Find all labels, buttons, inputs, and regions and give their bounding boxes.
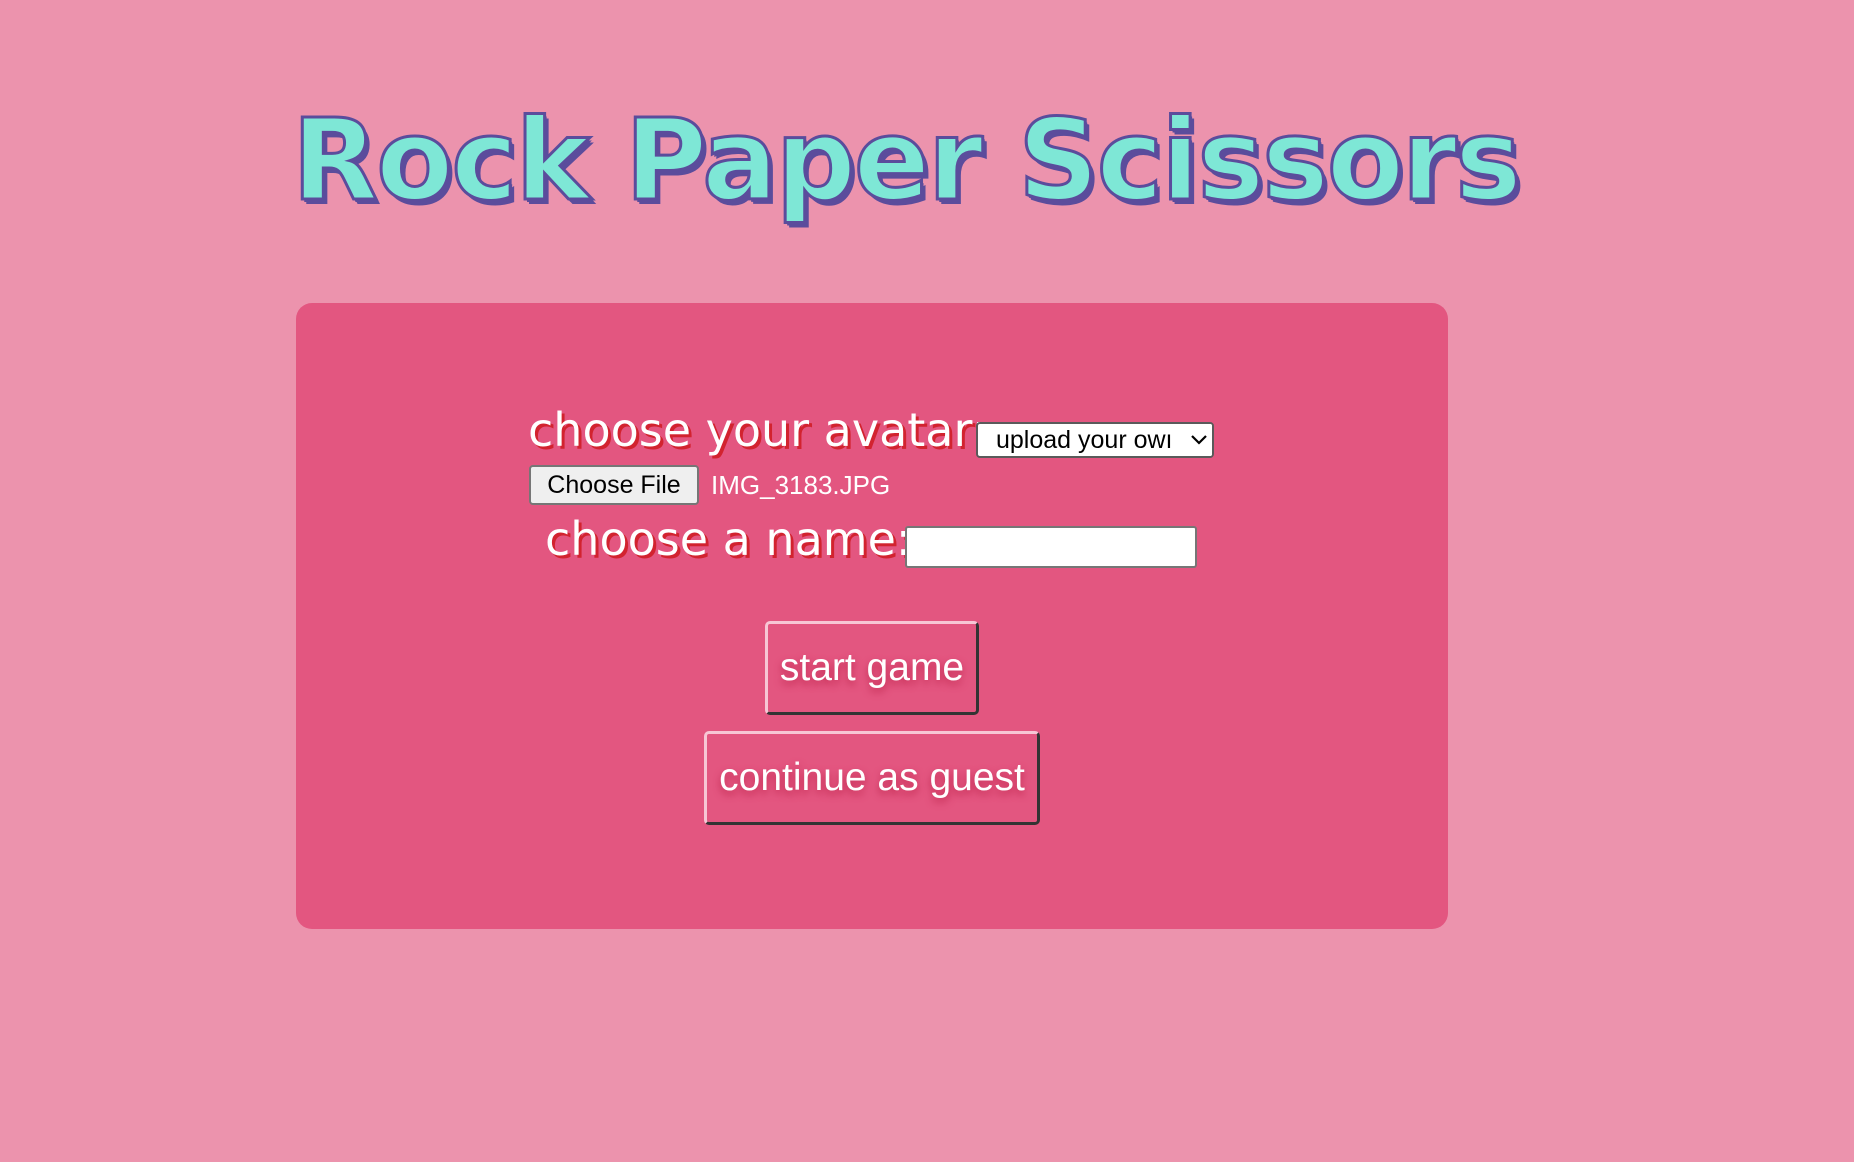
avatar-select-value: upload your owı <box>996 425 1173 454</box>
name-label: choose a name: <box>545 512 912 566</box>
start-game-button[interactable]: start game <box>765 621 979 715</box>
continue-as-guest-button[interactable]: continue as guest <box>704 731 1040 825</box>
setup-card: choose your avatar: upload your owı Choo… <box>296 303 1448 929</box>
choose-file-button[interactable]: Choose File <box>529 465 699 505</box>
page-title: Rock Paper Scissors <box>291 96 1524 226</box>
avatar-select[interactable]: upload your owı <box>976 422 1214 458</box>
name-input[interactable] <box>905 526 1197 568</box>
avatar-label: choose your avatar: <box>528 403 988 457</box>
selected-file-name: IMG_3183.JPG <box>711 470 891 500</box>
chevron-down-icon <box>1186 424 1212 456</box>
